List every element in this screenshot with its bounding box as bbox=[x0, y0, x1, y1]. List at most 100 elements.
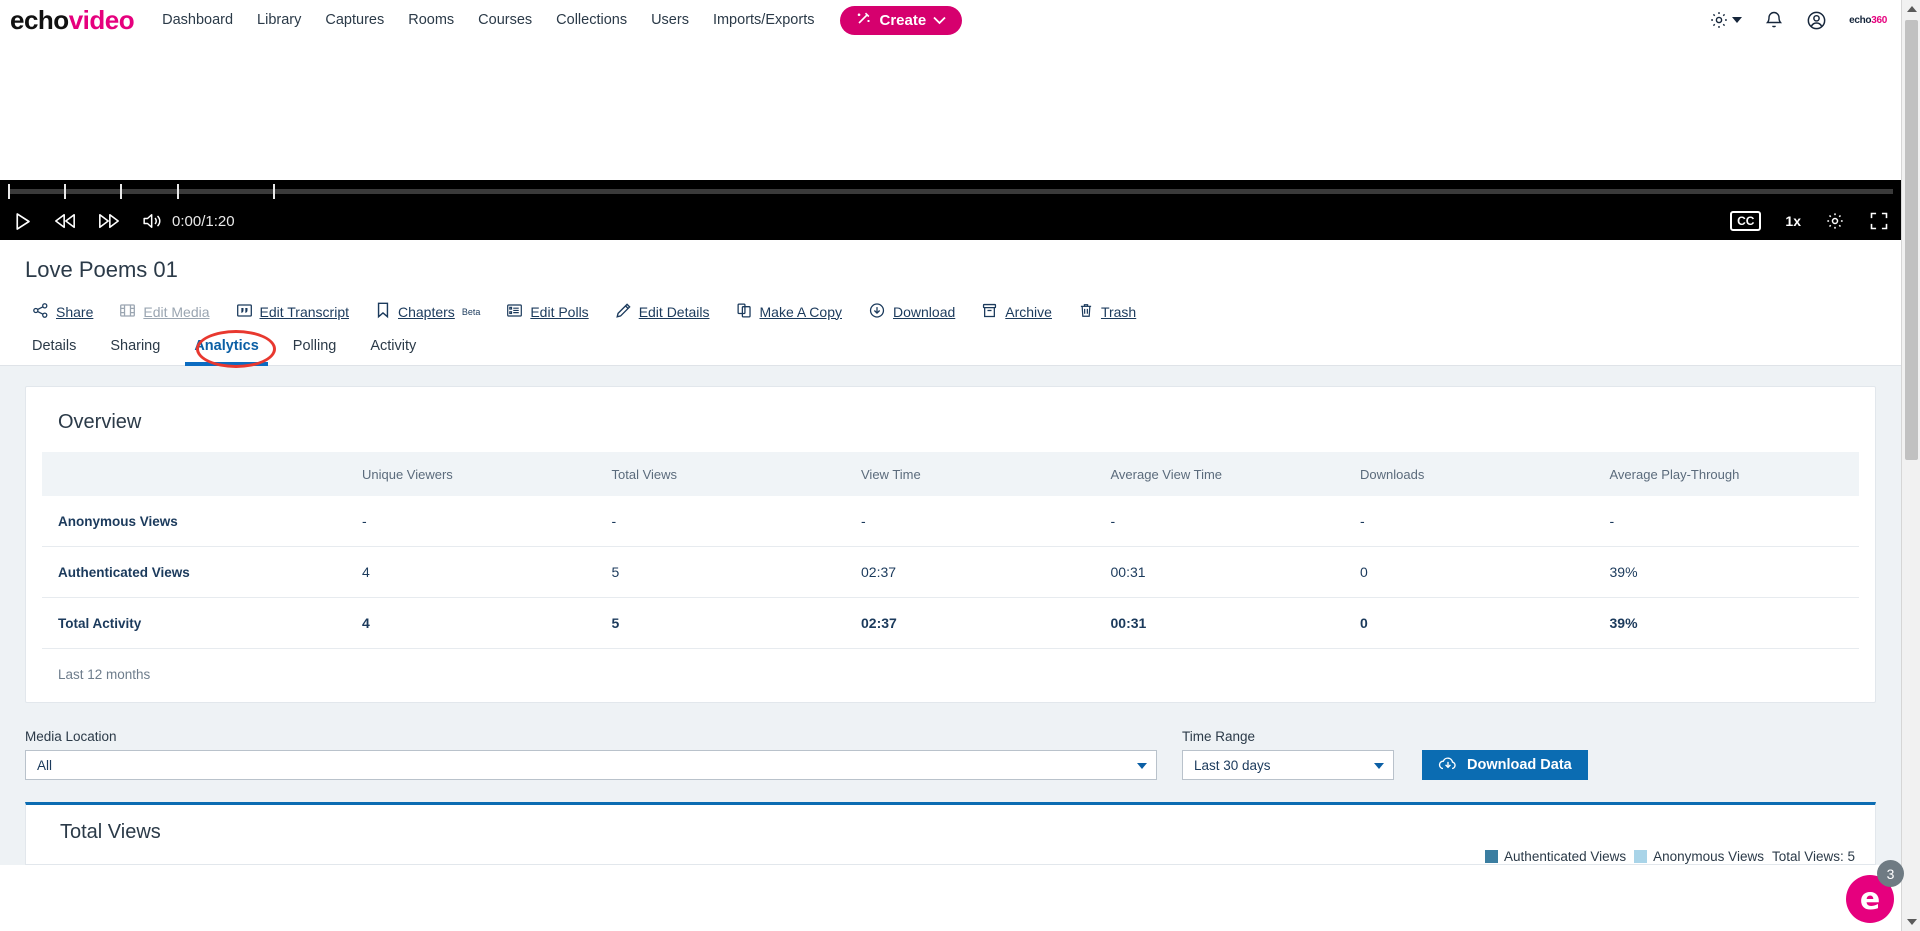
timeline-tick bbox=[64, 184, 66, 199]
nav-item-library[interactable]: Library bbox=[257, 12, 301, 28]
logo-video-text: video bbox=[68, 4, 135, 35]
total-views-legend: Authenticated Views Anonymous Views Tota… bbox=[1485, 821, 1855, 864]
player-right-controls: CC 1x bbox=[1730, 211, 1889, 231]
cell-authenticated-downloads: 0 bbox=[1360, 546, 1610, 598]
column-header-average-view-time: Average View Time bbox=[1110, 452, 1360, 496]
cell-authenticated-average-view-time: 00:31 bbox=[1110, 546, 1360, 598]
action-chapters-label: Chapters bbox=[398, 303, 455, 320]
volume-icon[interactable]: 0:00/1:20 bbox=[141, 211, 235, 231]
overview-title: Overview bbox=[58, 411, 142, 433]
cell-total-total-views: 5 bbox=[611, 615, 620, 631]
trash-icon bbox=[1078, 302, 1094, 322]
action-trash-label: Trash bbox=[1100, 303, 1137, 320]
timeline-track[interactable] bbox=[8, 189, 1893, 194]
cell-total-downloads: 0 bbox=[1360, 615, 1368, 631]
overview-table-head: Unique Viewers Total Views View Time Ave… bbox=[42, 452, 1859, 496]
nav-item-collections[interactable]: Collections bbox=[556, 12, 627, 28]
org-logo-360: 360 bbox=[1871, 14, 1887, 26]
legend-item-authenticated-views[interactable]: Authenticated Views bbox=[1485, 849, 1626, 864]
nav-item-imports-exports[interactable]: Imports/Exports bbox=[713, 12, 815, 28]
org-logo-echo: echo bbox=[1849, 14, 1872, 26]
cc-button[interactable]: CC bbox=[1730, 211, 1762, 231]
action-make-a-copy[interactable]: Make A Copy bbox=[736, 302, 843, 322]
settings-menu-button[interactable] bbox=[1709, 10, 1743, 30]
timeline-tick bbox=[273, 184, 275, 199]
create-button-label: Create bbox=[879, 11, 927, 29]
tab-details[interactable]: Details bbox=[32, 338, 93, 365]
cell-authenticated-unique-viewers: 4 bbox=[362, 546, 612, 598]
fullscreen-icon[interactable] bbox=[1869, 211, 1889, 231]
tab-analytics[interactable]: Analytics bbox=[177, 338, 275, 366]
playback-speed-button[interactable]: 1x bbox=[1785, 213, 1801, 229]
nav-item-dashboard[interactable]: Dashboard bbox=[162, 12, 233, 28]
download-data-button[interactable]: Download Data bbox=[1422, 750, 1588, 780]
cell-total-view-time: 02:37 bbox=[861, 615, 897, 631]
cell-authenticated-total-views: 5 bbox=[611, 546, 861, 598]
player-settings-icon[interactable] bbox=[1825, 211, 1845, 231]
timeline-tick bbox=[120, 184, 122, 199]
page-scrollbar[interactable] bbox=[1901, 0, 1920, 931]
nav-item-courses[interactable]: Courses bbox=[478, 12, 532, 28]
filters-row: Media Location All Time Range Last 30 da… bbox=[25, 703, 1876, 780]
legend-swatch-anonymous bbox=[1634, 850, 1648, 863]
video-timeline[interactable] bbox=[0, 180, 1901, 202]
cell-total-average-view-time: 00:31 bbox=[1110, 615, 1147, 631]
action-edit-details[interactable]: Edit Details bbox=[615, 302, 710, 322]
nav-item-rooms[interactable]: Rooms bbox=[408, 12, 454, 28]
rewind-icon[interactable] bbox=[53, 211, 77, 231]
action-archive[interactable]: Archive bbox=[981, 302, 1052, 322]
overview-table: Unique Viewers Total Views View Time Ave… bbox=[42, 452, 1859, 648]
cell-anonymous-average-view-time: - bbox=[1110, 496, 1360, 547]
action-share[interactable]: Share bbox=[32, 302, 93, 322]
video-stage[interactable] bbox=[0, 40, 1901, 180]
action-edit-media-label: Edit Media bbox=[143, 303, 210, 320]
tab-activity[interactable]: Activity bbox=[353, 338, 433, 365]
scrollbar-thumb[interactable] bbox=[1905, 20, 1918, 460]
tab-polling[interactable]: Polling bbox=[276, 338, 354, 365]
table-row: Authenticated Views 4 5 02:37 00:31 0 39… bbox=[42, 546, 1859, 598]
echovideo-logo[interactable]: echovideo bbox=[10, 4, 135, 36]
gear-icon bbox=[1709, 10, 1729, 30]
player-controls: 0:00/1:20 CC 1x bbox=[0, 202, 1901, 240]
action-make-a-copy-label: Make A Copy bbox=[759, 303, 843, 320]
action-edit-transcript[interactable]: Edit Transcript bbox=[236, 302, 349, 322]
time-range-select[interactable]: Last 30 days bbox=[1182, 750, 1394, 780]
film-icon bbox=[119, 302, 136, 322]
cell-total-average-play-through: 39% bbox=[1609, 615, 1638, 631]
nav-item-captures[interactable]: Captures bbox=[325, 12, 384, 28]
account-icon[interactable] bbox=[1806, 10, 1827, 31]
quote-icon bbox=[236, 302, 253, 322]
media-action-bar: Share Edit Media Edit Transcript Chapter… bbox=[0, 283, 1901, 322]
column-header-unique-viewers: Unique Viewers bbox=[362, 452, 612, 496]
overview-card: Overview Unique Viewers Total Views View… bbox=[25, 386, 1876, 703]
action-edit-polls[interactable]: Edit Polls bbox=[506, 302, 589, 322]
nav-item-users[interactable]: Users bbox=[651, 12, 689, 28]
tab-sharing[interactable]: Sharing bbox=[93, 338, 177, 365]
cell-anonymous-view-time: - bbox=[861, 496, 1111, 547]
overview-table-body: Anonymous Views - - - - - - Authenticate… bbox=[42, 496, 1859, 648]
legend-item-anonymous-views[interactable]: Anonymous Views bbox=[1634, 849, 1764, 864]
time-range-value: Last 30 days bbox=[1194, 757, 1271, 773]
create-button[interactable]: Create bbox=[840, 5, 963, 35]
action-edit-details-label: Edit Details bbox=[638, 303, 710, 320]
action-chapters[interactable]: Chapters Beta bbox=[375, 301, 480, 322]
action-trash[interactable]: Trash bbox=[1078, 302, 1136, 322]
share-icon bbox=[32, 302, 49, 322]
action-download-label: Download bbox=[893, 303, 956, 320]
legend-label-anonymous: Anonymous Views bbox=[1653, 849, 1764, 864]
chevron-down-icon bbox=[1374, 763, 1384, 769]
action-download[interactable]: Download bbox=[868, 302, 955, 322]
action-edit-media: Edit Media bbox=[119, 302, 210, 322]
media-location-field: Media Location All bbox=[25, 729, 1157, 780]
media-location-label: Media Location bbox=[25, 729, 117, 744]
fast-forward-icon[interactable] bbox=[97, 211, 121, 231]
bell-icon[interactable] bbox=[1764, 10, 1784, 30]
media-location-select[interactable]: All bbox=[25, 750, 1157, 780]
chevron-down-icon bbox=[933, 12, 946, 29]
download-cloud-icon bbox=[868, 302, 886, 322]
scroll-down-arrow-icon[interactable] bbox=[1902, 913, 1920, 931]
play-icon[interactable] bbox=[12, 211, 33, 232]
scroll-up-arrow-icon[interactable] bbox=[1902, 0, 1920, 18]
column-header-average-play-through: Average Play-Through bbox=[1609, 452, 1859, 496]
download-cloud-icon bbox=[1438, 755, 1458, 776]
